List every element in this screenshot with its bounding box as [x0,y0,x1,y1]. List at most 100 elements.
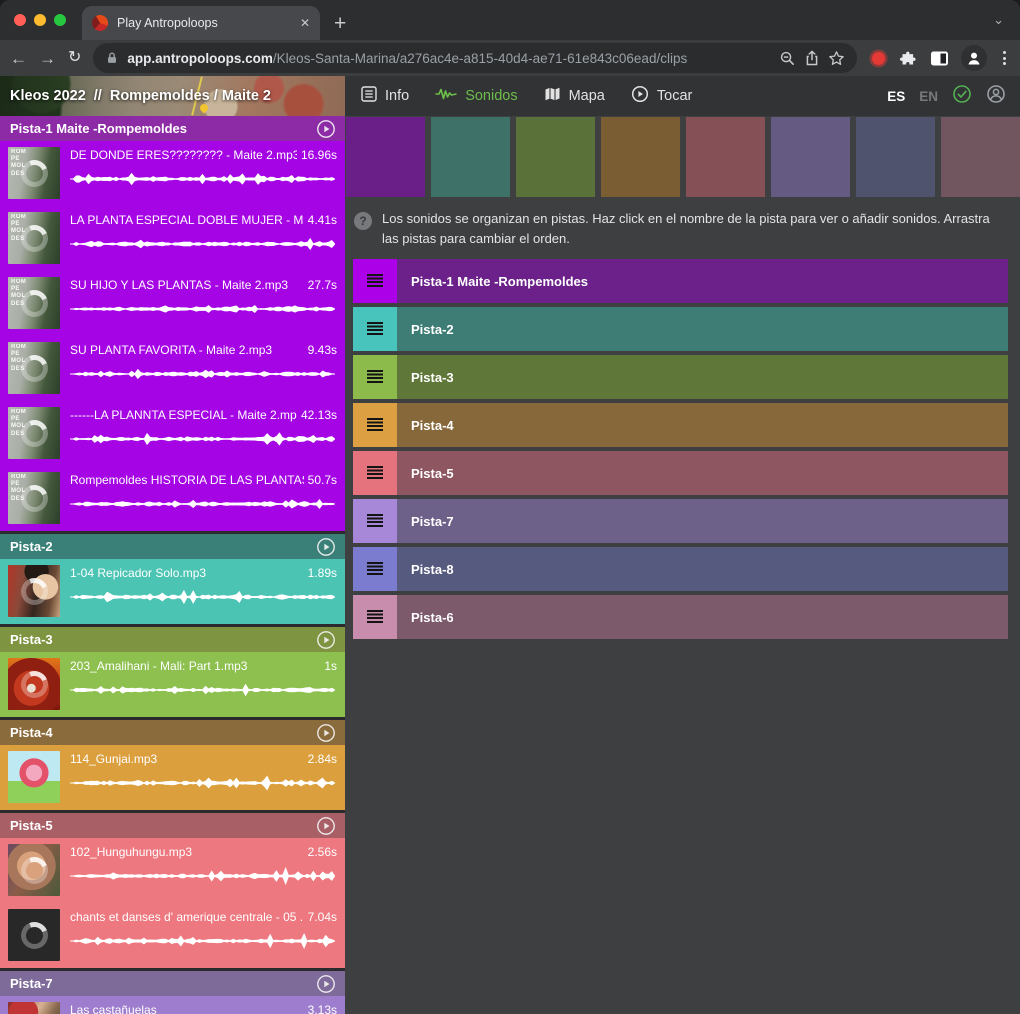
tab-info[interactable]: Info [361,86,409,106]
drag-handle[interactable] [353,403,397,447]
track-row[interactable]: Pista-5 [353,451,1008,495]
tab-sonidos[interactable]: Sonidos [435,86,517,106]
lang-en-button[interactable]: EN [919,89,938,104]
clip-waveform[interactable] [70,930,337,952]
clip-item[interactable]: chants et danses d' amerique centrale - … [0,903,345,968]
track-row-body[interactable]: Pista-6 [397,595,1008,639]
reload-button[interactable]: ↻ [68,50,81,66]
track-row-body[interactable]: Pista-1 Maite -Rompemoldes [397,259,1008,303]
url-bar[interactable]: app.antropoloops.com/Kleos-Santa-Marina/… [93,43,857,73]
track-row[interactable]: Pista-8 [353,547,1008,591]
lock-icon[interactable] [105,51,119,65]
clip-waveform[interactable] [70,233,337,255]
clip-item[interactable]: ROM PE MOL DES SU PLANTA FAVORITA - Mait… [0,336,345,401]
minimize-window-icon[interactable] [34,14,46,26]
track-play-button[interactable] [316,816,336,836]
clip-waveform[interactable] [70,493,337,515]
track-play-button[interactable] [316,537,336,557]
clip-item[interactable]: Las castañuelas 3.13s [0,996,345,1014]
track-row-body[interactable]: Pista-7 [397,499,1008,543]
track-row[interactable]: Pista-7 [353,499,1008,543]
new-tab-button[interactable]: + [334,13,346,34]
clip-item[interactable]: ROM PE MOL DES DE DONDE ERES???????? - M… [0,141,345,206]
clip-item[interactable]: 203_Amalihani - Mali: Part 1.mp3 1s [0,652,345,717]
tab-tocar[interactable]: Tocar [631,85,692,107]
color-swatch [856,117,935,197]
track-header[interactable]: Pista-3 [0,627,345,652]
bookmark-star-icon[interactable] [828,50,845,67]
drag-handle[interactable] [353,499,397,543]
account-icon[interactable] [986,84,1006,109]
macos-window-controls[interactable] [0,14,82,40]
side-panel-icon[interactable] [930,50,949,67]
drag-handle[interactable] [353,307,397,351]
track-play-button[interactable] [316,974,336,994]
track-header[interactable]: Pista-2 [0,534,345,559]
tab-close-icon[interactable]: ✕ [300,17,310,29]
profile-avatar[interactable] [961,45,987,71]
clip-item[interactable]: ROM PE MOL DES ------LA PLANNTA ESPECIAL… [0,401,345,466]
back-button[interactable]: ← [10,50,27,67]
recording-extension-icon[interactable] [872,52,885,65]
app-header: Kleos 2022 // Rompemoldes / Maite 2 Info… [0,76,1020,116]
clip-item[interactable]: 1-04 Repicador Solo.mp3 1.89s [0,559,345,624]
zoom-icon[interactable] [779,50,796,67]
track-play-button[interactable] [316,723,336,743]
track-row[interactable]: Pista-4 [353,403,1008,447]
extensions-puzzle-icon[interactable] [900,49,918,67]
clip-body: DE DONDE ERES???????? - Maite 2.mp3 16.9… [70,147,337,206]
track-row-body[interactable]: Pista-4 [397,403,1008,447]
track-row-label: Pista-7 [411,514,454,529]
track-row[interactable]: Pista-3 [353,355,1008,399]
close-window-icon[interactable] [14,14,26,26]
track-header[interactable]: Pista-4 [0,720,345,745]
forward-button[interactable]: → [39,50,56,67]
clip-duration: 50.7s [308,473,337,487]
clip-thumbnail: ROM PE MOL DES [8,212,60,264]
clip-item[interactable]: 102_Hunguhungu.mp3 2.56s [0,838,345,903]
track-row-body[interactable]: Pista-2 [397,307,1008,351]
tab-mapa[interactable]: Mapa [544,86,605,106]
breadcrumb-project[interactable]: Kleos 2022 [10,88,86,104]
track-row[interactable]: Pista-1 Maite -Rompemoldes [353,259,1008,303]
clip-waveform[interactable] [70,298,337,320]
track-row[interactable]: Pista-6 [353,595,1008,639]
track-row-body[interactable]: Pista-5 [397,451,1008,495]
breadcrumb[interactable]: Kleos 2022 // Rompemoldes / Maite 2 [0,76,345,116]
track-row[interactable]: Pista-2 [353,307,1008,351]
zoom-window-icon[interactable] [54,14,66,26]
clip-waveform[interactable] [70,428,337,450]
breadcrumb-section[interactable]: Rompemoldes / Maite 2 [110,88,271,104]
clip-waveform[interactable] [70,363,337,385]
clip-waveform[interactable] [70,168,337,190]
clip-item[interactable]: ROM PE MOL DES Rompemoldes HISTORIA DE L… [0,466,345,531]
clip-waveform[interactable] [70,865,337,887]
track-header[interactable]: Pista-7 [0,971,345,996]
tab-search-chevron-icon[interactable]: ⌄ [993,12,1004,28]
drag-handle[interactable] [353,547,397,591]
clip-item[interactable]: ROM PE MOL DES LA PLANTA ESPECIAL DOBLE … [0,206,345,271]
lang-es-button[interactable]: ES [887,89,905,104]
track-row-body[interactable]: Pista-8 [397,547,1008,591]
clip-waveform[interactable] [70,586,337,608]
clip-waveform[interactable] [70,679,337,701]
saved-check-icon[interactable] [952,84,972,109]
track-play-button[interactable] [316,630,336,650]
clip-item[interactable]: 114_Gunjai.mp3 2.84s [0,745,345,810]
share-icon[interactable] [804,50,820,66]
clip-waveform[interactable] [70,772,337,794]
track-header[interactable]: Pista-5 [0,813,345,838]
drag-handle[interactable] [353,595,397,639]
clip-list: 1-04 Repicador Solo.mp3 1.89s [0,559,345,624]
drag-handle[interactable] [353,451,397,495]
url-text[interactable]: app.antropoloops.com/Kleos-Santa-Marina/… [127,51,771,66]
clip-item[interactable]: ROM PE MOL DES SU HIJO Y LAS PLANTAS - M… [0,271,345,336]
drag-handle[interactable] [353,355,397,399]
browser-tab[interactable]: Play Antropoloops ✕ [82,6,320,40]
track-row-body[interactable]: Pista-3 [397,355,1008,399]
help-message: ? Los sonidos se organizan en pistas. Ha… [354,209,1002,248]
browser-menu-icon[interactable] [999,51,1010,65]
track-play-button[interactable] [316,119,336,139]
drag-handle[interactable] [353,259,397,303]
track-header[interactable]: Pista-1 Maite -Rompemoldes [0,116,345,141]
